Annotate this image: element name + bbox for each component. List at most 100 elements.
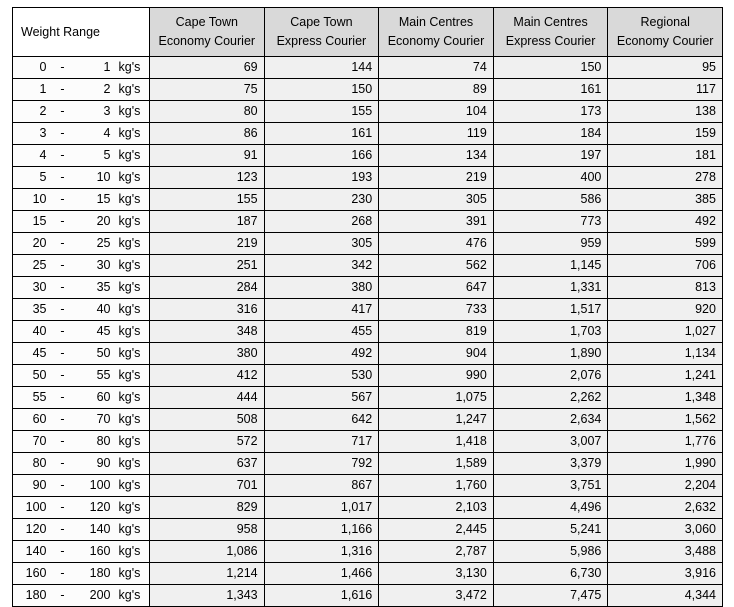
column-header-line2: Express Courier bbox=[276, 34, 367, 48]
weight-range-max: 45 bbox=[74, 320, 117, 343]
rate-cape-town-economy-courier: 1,086 bbox=[149, 540, 265, 563]
rate-regional-economy-courier: 1,348 bbox=[607, 386, 723, 409]
column-header-line1: Cape Town bbox=[175, 14, 238, 29]
rate-cape-town-express-courier: 792 bbox=[263, 452, 380, 475]
rate-main-centres-economy-courier: 219 bbox=[378, 166, 494, 189]
weight-range-unit: kg's bbox=[116, 78, 150, 101]
table-row: 160-180 kg's 1,214 1,466 3,130 6,730 3,916 bbox=[12, 562, 723, 585]
rate-cape-town-economy-courier: 1,343 bbox=[149, 584, 265, 607]
rate-main-centres-economy-courier: 647 bbox=[378, 276, 494, 299]
table-row: 60-70 kg's 508 642 1,247 2,634 1,562 bbox=[12, 408, 723, 431]
rate-cape-town-economy-courier: 91 bbox=[149, 144, 265, 167]
weight-range-unit: kg's bbox=[116, 166, 150, 189]
rate-main-centres-economy-courier: 904 bbox=[378, 342, 494, 365]
table-body: 0-1 kg's 69 144 74 150 95 1-2 kg's 75 150 89 161 117 2… bbox=[12, 56, 723, 607]
rate-cape-town-economy-courier: 69 bbox=[149, 56, 265, 79]
rate-cape-town-express-courier: 305 bbox=[263, 232, 380, 255]
rate-cape-town-express-courier: 642 bbox=[263, 408, 380, 431]
table-row: 1-2 kg's 75 150 89 161 117 bbox=[12, 78, 723, 101]
rate-main-centres-express-courier: 2,634 bbox=[492, 408, 609, 431]
rate-cape-town-express-courier: 155 bbox=[263, 100, 380, 123]
column-header-main-centres-express-courier: Main Centres Express Courier bbox=[492, 7, 609, 57]
rate-regional-economy-courier: 1,134 bbox=[607, 342, 723, 365]
column-header-cape-town-economy-courier: Cape Town Economy Courier bbox=[149, 7, 265, 57]
weight-range-max: 3 bbox=[74, 100, 117, 123]
rate-cape-town-economy-courier: 348 bbox=[149, 320, 265, 343]
table-row: 10-15 kg's 155 230 305 586 385 bbox=[12, 188, 723, 211]
weight-range-min: 100 bbox=[12, 496, 51, 519]
weight-range-unit: kg's bbox=[116, 386, 150, 409]
rate-main-centres-economy-courier: 305 bbox=[378, 188, 494, 211]
table-row: 140-160 kg's 1,086 1,316 2,787 5,986 3,488 bbox=[12, 540, 723, 563]
rate-main-centres-express-courier: 5,986 bbox=[492, 540, 609, 563]
weight-range-min: 80 bbox=[12, 452, 51, 475]
weight-range-unit: kg's bbox=[116, 276, 150, 299]
rate-main-centres-express-courier: 197 bbox=[492, 144, 609, 167]
weight-range-dash: - bbox=[50, 540, 75, 563]
table-row: 30-35 kg's 284 380 647 1,331 813 bbox=[12, 276, 723, 299]
rate-regional-economy-courier: 181 bbox=[607, 144, 723, 167]
weight-range-unit: kg's bbox=[116, 452, 150, 475]
rate-cape-town-express-courier: 230 bbox=[263, 188, 380, 211]
weight-range-dash: - bbox=[50, 320, 75, 343]
weight-range-min: 120 bbox=[12, 518, 51, 541]
weight-range-dash: - bbox=[50, 144, 75, 167]
table-row: 45-50 kg's 380 492 904 1,890 1,134 bbox=[12, 342, 723, 365]
table-row: 100-120 kg's 829 1,017 2,103 4,496 2,632 bbox=[12, 496, 723, 519]
rate-main-centres-economy-courier: 819 bbox=[378, 320, 494, 343]
courier-rate-table: Weight Range Cape Town Economy Courier C… bbox=[12, 7, 723, 607]
rate-cape-town-express-courier: 1,316 bbox=[263, 540, 380, 563]
weight-range-min: 70 bbox=[12, 430, 51, 453]
rate-main-centres-express-courier: 1,703 bbox=[492, 320, 609, 343]
table-row: 0-1 kg's 69 144 74 150 95 bbox=[12, 56, 723, 79]
rate-main-centres-express-courier: 586 bbox=[492, 188, 609, 211]
rate-regional-economy-courier: 599 bbox=[607, 232, 723, 255]
rate-cape-town-economy-courier: 251 bbox=[149, 254, 265, 277]
weight-range-min: 15 bbox=[12, 210, 51, 233]
weight-range-unit: kg's bbox=[116, 56, 150, 79]
weight-range-dash: - bbox=[50, 232, 75, 255]
weight-range-min: 140 bbox=[12, 540, 51, 563]
rate-regional-economy-courier: 3,916 bbox=[607, 562, 723, 585]
weight-range-min: 160 bbox=[12, 562, 51, 585]
column-header-line2: Economy Courier bbox=[387, 34, 485, 48]
rate-main-centres-express-courier: 2,076 bbox=[492, 364, 609, 387]
rate-cape-town-express-courier: 867 bbox=[263, 474, 380, 497]
weight-range-dash: - bbox=[50, 364, 75, 387]
rate-main-centres-express-courier: 7,475 bbox=[492, 584, 609, 607]
weight-range-unit: kg's bbox=[116, 232, 150, 255]
rate-main-centres-express-courier: 4,496 bbox=[492, 496, 609, 519]
weight-range-dash: - bbox=[50, 452, 75, 475]
rate-cape-town-economy-courier: 1,214 bbox=[149, 562, 265, 585]
column-header-main-centres-economy-courier: Main Centres Economy Courier bbox=[378, 7, 494, 57]
weight-range-max: 40 bbox=[74, 298, 117, 321]
rate-cape-town-express-courier: 166 bbox=[263, 144, 380, 167]
weight-range-min: 45 bbox=[12, 342, 51, 365]
weight-range-min: 1 bbox=[12, 78, 51, 101]
rate-main-centres-express-courier: 959 bbox=[492, 232, 609, 255]
column-header-line2: Economy Courier bbox=[158, 34, 256, 48]
rate-regional-economy-courier: 2,632 bbox=[607, 496, 723, 519]
weight-range-max: 2 bbox=[74, 78, 117, 101]
rate-main-centres-economy-courier: 104 bbox=[378, 100, 494, 123]
weight-range-unit: kg's bbox=[116, 430, 150, 453]
weight-range-min: 40 bbox=[12, 320, 51, 343]
rate-regional-economy-courier: 278 bbox=[607, 166, 723, 189]
weight-range-dash: - bbox=[50, 562, 75, 585]
weight-range-dash: - bbox=[50, 474, 75, 497]
weight-range-unit: kg's bbox=[116, 408, 150, 431]
table-row: 50-55 kg's 412 530 990 2,076 1,241 bbox=[12, 364, 723, 387]
table-row: 35-40 kg's 316 417 733 1,517 920 bbox=[12, 298, 723, 321]
rate-cape-town-economy-courier: 958 bbox=[149, 518, 265, 541]
rate-main-centres-economy-courier: 1,760 bbox=[378, 474, 494, 497]
weight-range-min: 180 bbox=[12, 584, 51, 607]
rate-main-centres-express-courier: 1,517 bbox=[492, 298, 609, 321]
weight-range-max: 25 bbox=[74, 232, 117, 255]
rate-main-centres-express-courier: 6,730 bbox=[492, 562, 609, 585]
header-row: Weight Range Cape Town Economy Courier C… bbox=[12, 7, 723, 57]
rate-cape-town-economy-courier: 444 bbox=[149, 386, 265, 409]
rate-main-centres-economy-courier: 1,418 bbox=[378, 430, 494, 453]
weight-range-dash: - bbox=[50, 188, 75, 211]
rate-cape-town-economy-courier: 75 bbox=[149, 78, 265, 101]
rate-main-centres-economy-courier: 74 bbox=[378, 56, 494, 79]
